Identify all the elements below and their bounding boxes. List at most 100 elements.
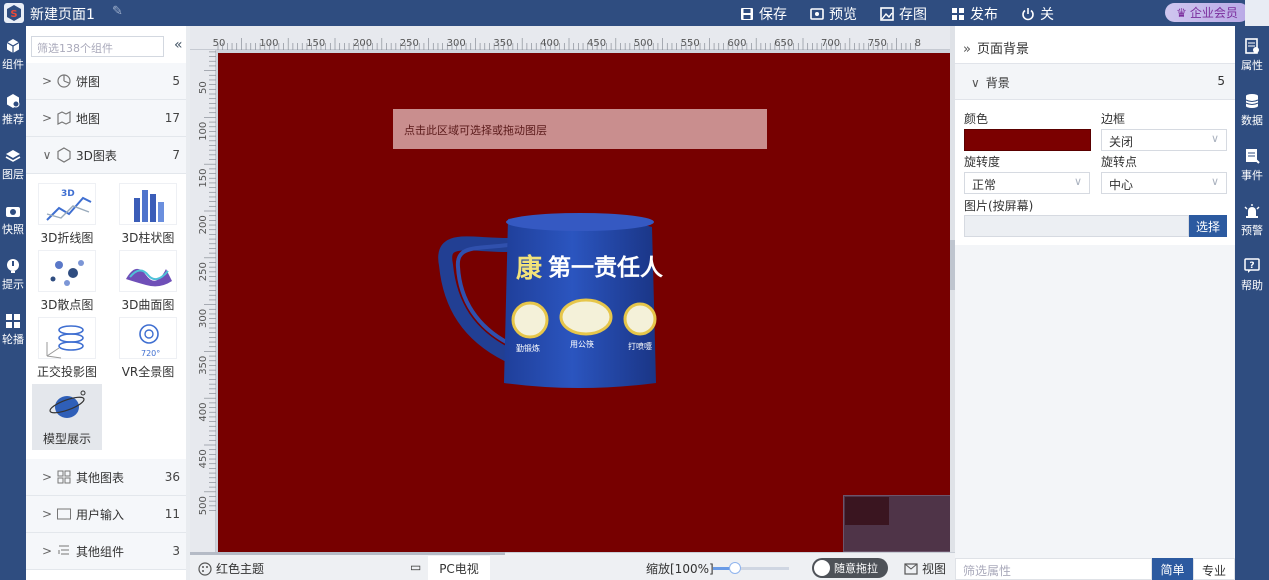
rail-label: 提示 [2, 278, 24, 291]
3d-scatter-icon [38, 250, 96, 292]
chevron-down-icon: ∨ [1210, 132, 1219, 145]
image-label: 图片(按屏幕) [964, 199, 1034, 213]
layers-icon [5, 150, 21, 162]
zoom-slider-knob[interactable] [729, 562, 741, 574]
device-tab[interactable]: PC电视 [428, 556, 490, 580]
section-background[interactable]: ∨ 背景 5 [955, 64, 1235, 100]
alarm-icon [1244, 204, 1260, 218]
rail-item-help[interactable]: ? 帮助 [1235, 248, 1269, 302]
mug-label: 用公筷 [570, 339, 594, 349]
mug-model[interactable]: 康 第一责任人 勤锻炼 用公筷 打喷嚏 [438, 205, 663, 395]
properties-header[interactable]: » 页面背景 [955, 26, 1235, 64]
rail-item-snapshot[interactable]: 快照 [0, 195, 26, 249]
save-image-label: 存图 [899, 7, 927, 23]
category-label: 其他图表 [76, 470, 125, 485]
category-3d-chart[interactable]: ∨ 3D图表 7 [26, 137, 186, 174]
ruler-label: 400 [198, 403, 209, 422]
rail-item-components[interactable]: 组件 [0, 30, 26, 84]
rail-item-carousel[interactable]: 轮播 [0, 305, 26, 359]
image-input[interactable] [964, 215, 1189, 237]
crown-icon: ♛ [1176, 5, 1187, 20]
tile-3d-scatter[interactable]: 3D散点图 [32, 250, 102, 316]
theme-selector[interactable]: 红色主题 [198, 560, 264, 577]
rail-label: 事件 [1241, 169, 1263, 182]
tile-label: VR全景图 [121, 365, 175, 379]
rail-item-layers[interactable]: 图层 [0, 140, 26, 194]
category-user-input[interactable]: > 用户输入 11 [26, 496, 186, 533]
rail-item-properties[interactable]: 属性 [1235, 28, 1269, 82]
ruler-label: 350 [198, 356, 209, 375]
pivot-select[interactable]: 中心 ∨ [1101, 172, 1227, 194]
save-button[interactable]: 保存 [740, 4, 787, 24]
tile-ortho-projection[interactable]: 正交投影图 [32, 317, 102, 383]
tile-vr-panorama[interactable]: 720° VR全景图 [113, 317, 183, 383]
publish-label: 发布 [970, 7, 998, 23]
ruler-label: 200 [353, 38, 372, 49]
svg-text:3D: 3D [61, 189, 75, 199]
monitor-icon[interactable]: ▭ [410, 560, 421, 574]
save-image-button[interactable]: 存图 [880, 4, 927, 24]
section-title: 背景 [985, 76, 1010, 90]
chevron-right-icon: > [41, 507, 53, 521]
enterprise-member-badge[interactable]: ♛ 企业会员 [1165, 3, 1249, 22]
3d-bar-chart-icon [119, 183, 177, 225]
svg-text:第一责任人: 第一责任人 [548, 254, 663, 281]
chevron-right-icon: > [41, 544, 53, 558]
ruler-label: 250 [400, 38, 419, 49]
camera-icon [6, 207, 20, 217]
drag-label: 随意拖拉 [834, 562, 878, 575]
border-select[interactable]: 关闭 ∨ [1101, 129, 1227, 151]
color-picker[interactable] [964, 129, 1091, 151]
top-bar [0, 0, 1269, 26]
ruler-label: 450 [587, 38, 606, 49]
rail-item-data[interactable]: 数据 [1235, 83, 1269, 137]
tile-3d-surface[interactable]: 3D曲面图 [113, 250, 183, 316]
chevron-down-icon: ∨ [1073, 175, 1082, 188]
rail-item-recommend[interactable]: 推荐 [0, 85, 26, 139]
rail-item-events[interactable]: 事件 [1235, 138, 1269, 192]
pro-mode-button[interactable]: 专业 [1193, 558, 1235, 580]
tile-3d-line-chart[interactable]: 3D 3D折线图 [32, 183, 102, 249]
category-other-chart[interactable]: > 其他图表 36 [26, 459, 186, 496]
canvas-horizontal-scrollbar[interactable] [190, 552, 505, 555]
page-title[interactable]: 新建页面1 [30, 4, 95, 24]
zoom-label: 缩放[100%] [646, 562, 714, 576]
canvas-hint[interactable]: 点击此区域可选择或拖动图层 [393, 109, 767, 149]
tile-model-display[interactable]: 模型展示 [32, 384, 102, 450]
collapse-panel-button[interactable]: « [174, 37, 183, 53]
publish-button[interactable]: 发布 [951, 4, 998, 24]
tile-3d-bar-chart[interactable]: 3D柱状图 [113, 183, 183, 249]
category-label: 饼图 [76, 74, 101, 89]
rotation-select[interactable]: 正常 ∨ [964, 172, 1090, 194]
rotation-label: 旋转度 [964, 155, 1001, 169]
ruler-label: 700 [821, 38, 840, 49]
tile-label: 模型展示 [42, 432, 91, 446]
category-other-component[interactable]: > 其他组件 3 [26, 533, 186, 570]
close-button[interactable]: 关 [1021, 4, 1054, 24]
category-map[interactable]: > 地图 17 [26, 100, 186, 137]
category-pie[interactable]: > 饼图 5 [26, 63, 186, 100]
rail-label: 帮助 [1241, 279, 1263, 292]
view-button[interactable]: 视图 [904, 560, 946, 577]
3d-line-chart-icon: 3D [38, 183, 96, 225]
properties-title: 页面背景 [976, 42, 1029, 57]
property-filter-input[interactable]: 筛选属性 [955, 558, 1152, 580]
pie-icon [57, 74, 71, 88]
rail-label: 轮播 [2, 333, 24, 346]
simple-mode-button[interactable]: 简单 [1152, 558, 1193, 580]
minimap-viewport[interactable] [845, 497, 889, 525]
tile-label: 正交投影图 [36, 365, 97, 379]
choose-image-button[interactable]: 选择 [1189, 215, 1227, 237]
ruler-left: 50 100 150 200 250 300 350 400 450 500 [190, 50, 216, 552]
preview-label: 预览 [829, 7, 857, 23]
other-chart-icon [57, 470, 71, 484]
map-icon [57, 111, 71, 125]
preview-button[interactable]: 预览 [810, 4, 857, 24]
rail-label: 数据 [1241, 114, 1263, 127]
rail-item-tips[interactable]: 提示 [0, 250, 26, 304]
component-search-input[interactable]: 筛选138个组件 [31, 36, 164, 57]
edit-title-icon[interactable]: ✎ [112, 4, 123, 19]
rail-item-alarm[interactable]: 预警 [1235, 193, 1269, 247]
svg-text:S: S [10, 9, 17, 20]
chevron-right-icon: > [41, 111, 53, 125]
